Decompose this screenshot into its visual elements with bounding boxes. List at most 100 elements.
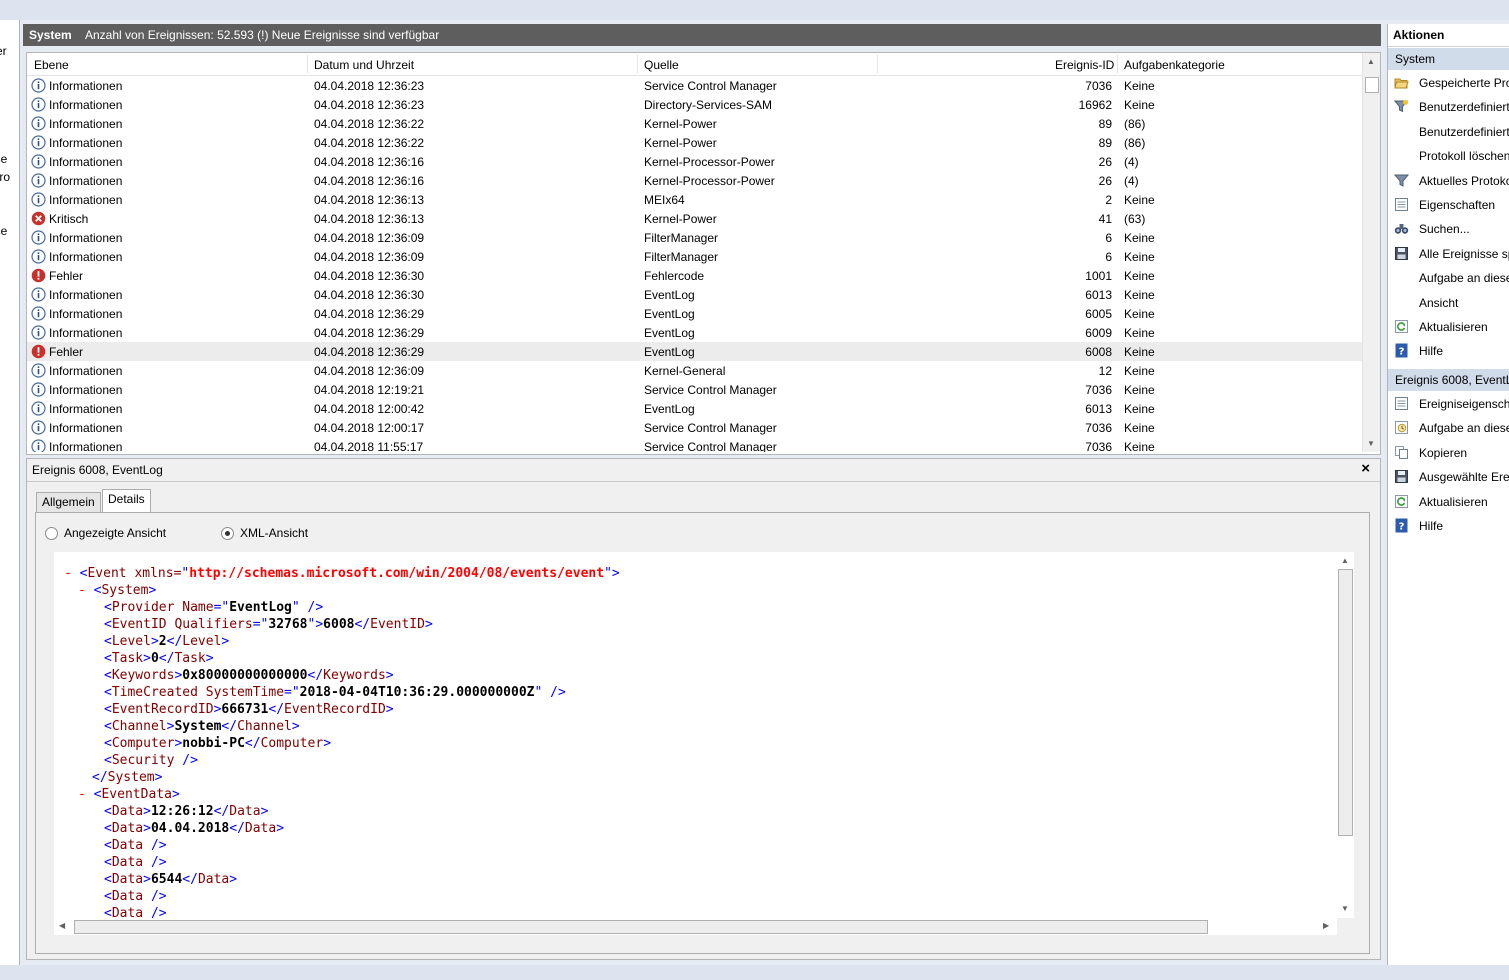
column-header-source[interactable]: Quelle xyxy=(644,58,679,72)
action-item[interactable]: Aufgabe an dieses Protokoll anfügen xyxy=(1388,267,1509,289)
table-row[interactable]: Fehler 04.04.2018 12:36:29 EventLog 6008 Kei… xyxy=(27,342,1362,361)
xml-line-system: - <System> xyxy=(78,583,157,598)
table-row[interactable]: Fehler 04.04.2018 12:36:30 Fehlercode 1001 K… xyxy=(27,266,1362,285)
column-separator[interactable] xyxy=(877,55,878,73)
cell-date: 04.04.2018 12:36:30 xyxy=(314,288,425,302)
tab-general[interactable]: Allgemein xyxy=(36,492,101,513)
table-row[interactable]: Kritisch 04.04.2018 12:36:13 Kernel-Power 4… xyxy=(27,209,1362,228)
table-row[interactable]: Informationen 04.04.2018 12:36:09 FilterMa… xyxy=(27,247,1362,266)
scrollbar-thumb[interactable] xyxy=(1338,569,1353,836)
cell-level: Informationen xyxy=(49,364,123,378)
action-item[interactable]: Suchen... xyxy=(1388,218,1509,240)
cell-task-category: Keine xyxy=(1124,307,1155,321)
action-item[interactable]: Protokoll löschen xyxy=(1388,145,1509,167)
table-row[interactable]: Informationen 04.04.2018 12:36:13 MEIx64 2 K… xyxy=(27,190,1362,209)
xml-line-data: <Data /> xyxy=(104,838,167,853)
xml-horizontal-scrollbar[interactable]: ◀ ▶ xyxy=(54,918,1337,935)
radio-xml-view-label[interactable]: XML-Ansicht xyxy=(240,526,308,540)
close-icon[interactable]: × xyxy=(1361,460,1370,477)
action-item[interactable]: Benutzerdefinierte Ansicht importieren xyxy=(1388,121,1509,143)
info-icon xyxy=(31,249,46,264)
xml-view[interactable]: - <Event xmlns="http://schemas.microsoft… xyxy=(54,552,1337,918)
tab-details[interactable]: Details xyxy=(102,489,151,513)
action-item[interactable]: Benutzerdefinierte Ansicht erstellen xyxy=(1388,96,1509,118)
scrollbar-thumb[interactable] xyxy=(1365,77,1379,93)
action-item[interactable]: Kopieren xyxy=(1388,442,1509,464)
table-row[interactable]: Informationen 04.04.2018 12:36:23 Service … xyxy=(27,76,1362,95)
table-row[interactable]: Informationen 04.04.2018 12:00:42 EventLog… xyxy=(27,399,1362,418)
cell-task-category: Keine xyxy=(1124,345,1155,359)
cell-task-category: Keine xyxy=(1124,98,1155,112)
event-list-scrollbar[interactable]: ▲ ▼ xyxy=(1362,53,1380,452)
table-row[interactable]: Informationen 04.04.2018 12:36:30 EventLog… xyxy=(27,285,1362,304)
collapse-toggle[interactable]: - xyxy=(64,566,72,581)
actions-section-log[interactable]: System xyxy=(1388,48,1509,70)
collapse-toggle[interactable]: - xyxy=(78,787,86,802)
xml-vertical-scrollbar[interactable]: ▲ ▼ xyxy=(1337,552,1354,918)
radio-friendly-view-label[interactable]: Angezeigte Ansicht xyxy=(64,526,166,540)
tree-item[interactable]: isse xyxy=(0,152,7,166)
cell-event-id: 7036 xyxy=(1085,440,1112,452)
column-separator[interactable] xyxy=(307,55,308,73)
tree-item[interactable]: ater xyxy=(0,44,7,58)
table-row[interactable]: Informationen 04.04.2018 12:00:17 Service … xyxy=(27,418,1362,437)
cell-source: FilterManager xyxy=(644,231,719,245)
action-item[interactable]: Aufgabe an dieses Ereignis anfügen xyxy=(1388,417,1509,439)
scroll-up-arrow-icon[interactable]: ▲ xyxy=(1341,556,1349,565)
action-item[interactable]: Ansicht xyxy=(1388,292,1509,314)
refresh-icon xyxy=(1394,494,1409,509)
table-row[interactable]: Informationen 04.04.2018 12:36:29 EventLog… xyxy=(27,304,1362,323)
scroll-right-arrow-icon[interactable]: ▶ xyxy=(1323,921,1329,930)
table-row[interactable]: Informationen 04.04.2018 12:36:09 Kernel-G… xyxy=(27,361,1362,380)
cell-event-id: 12 xyxy=(1098,364,1112,378)
column-header-task-category[interactable]: Aufgabenkategorie xyxy=(1124,58,1225,72)
xml-line-recordid: <EventRecordID>666731</EventRecordID> xyxy=(104,702,394,717)
cell-date: 04.04.2018 12:36:13 xyxy=(314,193,425,207)
level-value: 2 xyxy=(158,634,167,649)
scroll-left-arrow-icon[interactable]: ◀ xyxy=(59,921,65,930)
table-row[interactable]: Informationen 04.04.2018 12:36:22 Kernel-P… xyxy=(27,114,1362,133)
action-item[interactable]: Aktualisieren xyxy=(1388,491,1509,513)
column-header-event-id[interactable]: Ereignis-ID xyxy=(1055,58,1114,72)
scroll-down-arrow-icon[interactable]: ▼ xyxy=(1341,904,1349,913)
event-id-value: 6008 xyxy=(323,617,355,632)
action-item[interactable]: Ereigniseigenschaften xyxy=(1388,393,1509,415)
radio-xml-view[interactable] xyxy=(221,527,234,540)
info-icon xyxy=(31,154,46,169)
column-header-date[interactable]: Datum und Uhrzeit xyxy=(314,58,414,72)
cell-level: Fehler xyxy=(49,345,84,359)
scrollbar-thumb[interactable] xyxy=(74,920,1208,934)
cell-event-id: 6009 xyxy=(1085,326,1112,340)
error-icon xyxy=(31,268,46,283)
info-icon xyxy=(31,306,46,321)
action-item[interactable]: Aktuelles Protokoll filtern xyxy=(1388,170,1509,192)
info-icon xyxy=(31,78,46,93)
column-separator[interactable] xyxy=(1117,55,1118,73)
table-row[interactable]: Informationen 04.04.2018 12:36:23 Director… xyxy=(27,95,1362,114)
table-row[interactable]: Informationen 04.04.2018 12:36:29 EventLog… xyxy=(27,323,1362,342)
table-row[interactable]: Informationen 04.04.2018 12:36:16 Kernel-P… xyxy=(27,152,1362,171)
table-row[interactable]: Informationen 04.04.2018 12:36:16 Kernel-P… xyxy=(27,171,1362,190)
tree-item[interactable]: vice xyxy=(0,224,7,238)
cell-task-category: Keine xyxy=(1124,193,1155,207)
action-item[interactable]: Aktualisieren xyxy=(1388,316,1509,338)
table-row[interactable]: Informationen 04.04.2018 11:55:17 Service … xyxy=(27,437,1362,452)
action-item[interactable]: Gespeicherte Protokolle xyxy=(1388,72,1509,94)
action-item[interactable]: Alle Ereignisse speichern unter xyxy=(1388,243,1509,265)
event-list[interactable]: Ebene Datum und Uhrzeit Quelle Ereignis-… xyxy=(26,52,1381,455)
action-item[interactable]: ? Hilfe xyxy=(1388,515,1509,537)
table-row[interactable]: Informationen 04.04.2018 12:36:22 Kernel-P… xyxy=(27,133,1362,152)
action-item[interactable]: Ausgewählte Ereignisse speichern xyxy=(1388,466,1509,488)
collapse-toggle[interactable]: - xyxy=(78,583,86,598)
table-row[interactable]: Informationen 04.04.2018 12:36:09 FilterMa… xyxy=(27,228,1362,247)
radio-friendly-view[interactable] xyxy=(45,527,58,540)
action-item[interactable]: Eigenschaften xyxy=(1388,194,1509,216)
scroll-down-arrow-icon[interactable]: ▼ xyxy=(1367,439,1375,448)
column-header-level[interactable]: Ebene xyxy=(34,58,69,72)
actions-section-event[interactable]: Ereignis 6008, EventLog xyxy=(1388,369,1509,391)
column-separator[interactable] xyxy=(637,55,638,73)
scroll-up-arrow-icon[interactable]: ▲ xyxy=(1367,57,1375,66)
table-row[interactable]: Informationen 04.04.2018 12:19:21 Service … xyxy=(27,380,1362,399)
tree-item[interactable]: epro xyxy=(0,170,10,184)
action-item[interactable]: ? Hilfe xyxy=(1388,340,1509,362)
